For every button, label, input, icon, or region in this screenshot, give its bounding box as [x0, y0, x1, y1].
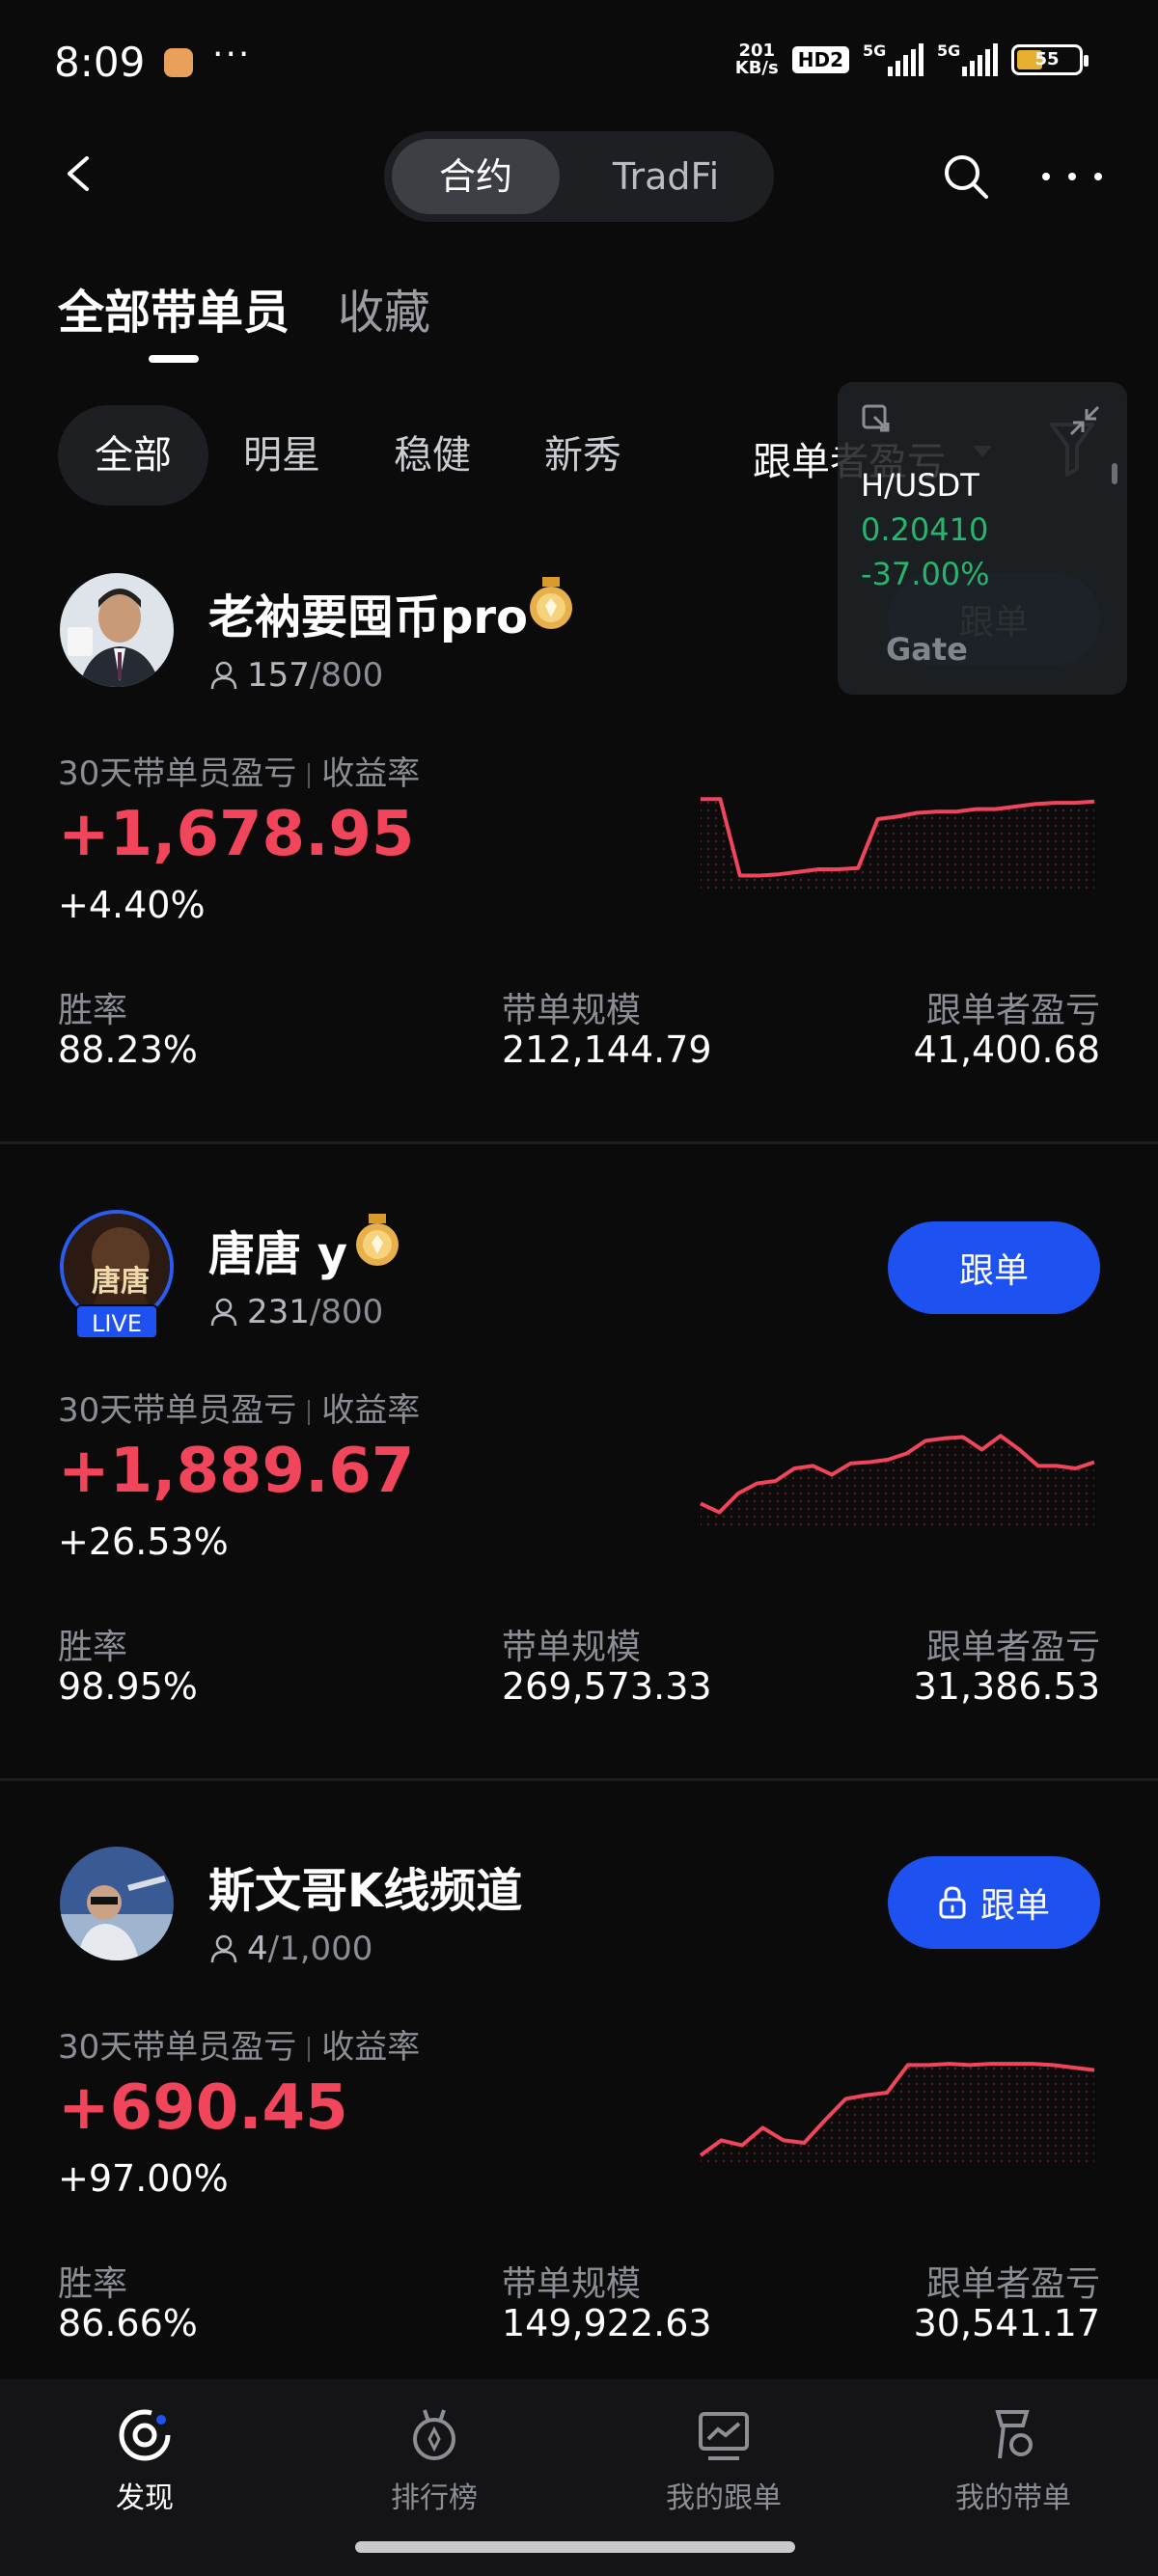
pnl-label: 30天带单员盈亏 收益率 [58, 754, 421, 793]
pnl-sparkline [700, 1434, 1095, 1528]
aum-value: 212,144.79 [502, 1028, 712, 1071]
nav-leaderboard[interactable]: 排行榜 [318, 2406, 550, 2516]
pnl-sparkline [699, 2062, 1095, 2165]
trader-name[interactable]: 斯文哥K线频道 [208, 1852, 522, 1920]
status-bar: 8:09 ··· 201 KB/s HD2 5G 5G 55 [0, 0, 1158, 125]
segment-futures[interactable]: 合约 [392, 139, 560, 214]
nav-my-copy[interactable]: 我的跟单 [608, 2406, 840, 2516]
pnl-label: 30天带单员盈亏 收益率 [58, 1391, 421, 1430]
signal-icon-2: 5G [937, 41, 998, 76]
tab-active-indicator [149, 355, 199, 363]
pnl-value: +1,678.95 [58, 799, 415, 870]
win-rate-label: 胜率 [58, 991, 128, 1030]
follower-pnl-value: 41,400.68 [913, 1028, 1100, 1071]
nav-discover[interactable]: 发现 [29, 2406, 261, 2516]
ticker-pair: H/USDT [861, 467, 979, 504]
user-icon [210, 1298, 237, 1327]
roi-value: +26.53% [58, 1521, 229, 1563]
filter-chip-rookie[interactable]: 新秀 [544, 405, 621, 506]
medal-icon [530, 577, 572, 629]
sparkline-area [701, 799, 1094, 891]
follower-pnl-value: 31,386.53 [913, 1665, 1100, 1708]
win-rate-label: 胜率 [58, 1628, 128, 1667]
signal-icon: 5G [863, 41, 924, 76]
card-divider [0, 1778, 1158, 1781]
status-time: 8:09 [54, 39, 146, 86]
nav-my-lead[interactable]: 我的带单 [897, 2406, 1129, 2516]
pnl-sparkline [701, 797, 1095, 891]
svg-text:唐唐: 唐唐 [92, 1265, 150, 1299]
ticker-scrollbar [1112, 463, 1117, 484]
status-more-dots: ··· [212, 35, 252, 74]
market-segment-control: 合约 TradFi [384, 131, 774, 222]
win-rate-value: 88.23% [58, 1028, 198, 1071]
follow-button[interactable]: 跟单 [888, 1221, 1100, 1314]
roi-value: +97.00% [58, 2157, 229, 2200]
gate-logo: Gate [886, 631, 968, 668]
chart-board-icon [699, 2412, 749, 2460]
follower-pnl-value: 30,541.17 [913, 2302, 1100, 2344]
filter-chip-all[interactable]: 全部 [58, 405, 208, 506]
search-icon[interactable] [942, 152, 990, 201]
home-indicator [355, 2541, 795, 2553]
aum-label: 带单规模 [502, 991, 642, 1030]
user-icon [210, 1934, 237, 1963]
medal-outline-icon [413, 2409, 455, 2460]
notification-app-icon [164, 48, 193, 77]
medal-icon [356, 1214, 399, 1266]
aum-label: 带单规模 [502, 2264, 642, 2304]
follower-pnl-label: 跟单者盈亏 [925, 2264, 1100, 2304]
roi-value: +4.40% [58, 884, 206, 926]
follow-button[interactable]: 跟单 [888, 1856, 1100, 1949]
lock-icon [939, 1886, 966, 1919]
status-icons: 201 KB/s HD2 5G 5G 55 [734, 41, 1089, 78]
segment-tradfi[interactable]: TradFi [569, 139, 762, 214]
flag-user-icon [995, 2410, 1033, 2459]
discover-icon [119, 2409, 171, 2461]
win-rate-value: 86.66% [58, 2302, 198, 2344]
pnl-value: +690.45 [58, 2072, 348, 2144]
tab-all-traders[interactable]: 全部带单员 [58, 274, 290, 342]
filter-chip-stable[interactable]: 稳健 [394, 405, 471, 506]
avatar[interactable] [60, 573, 174, 687]
hd-icon: HD2 [791, 46, 849, 73]
network-speed: 201 KB/s [734, 41, 779, 78]
follower-pnl-label: 跟单者盈亏 [925, 1628, 1100, 1667]
trader-name[interactable]: 老衲要囤币pro [208, 579, 528, 646]
battery-icon: 55 [1011, 44, 1089, 75]
aum-value: 269,573.33 [502, 1665, 712, 1708]
card-divider [0, 1141, 1158, 1144]
user-icon [210, 661, 237, 690]
tab-favorites[interactable]: 收藏 [338, 274, 430, 342]
trader-card[interactable]: 唐唐 LIVE 唐唐 y 231/800 跟单 30天带单员盈亏 收益率 +1,8… [0, 1210, 1158, 1845]
more-icon[interactable] [1042, 162, 1102, 191]
win-rate-label: 胜率 [58, 2264, 128, 2304]
trader-name[interactable]: 唐唐 y [208, 1216, 347, 1283]
pnl-label: 30天带单员盈亏 收益率 [58, 2028, 421, 2067]
ticker-change: -37.00% [861, 556, 990, 592]
pnl-value: +1,889.67 [58, 1436, 415, 1507]
filter-chip-star[interactable]: 明星 [243, 405, 320, 506]
aum-label: 带单规模 [502, 1628, 642, 1667]
live-badge: LIVE [75, 1304, 158, 1339]
collapse-icon[interactable] [1067, 403, 1102, 438]
ticker-price: 0.20410 [861, 511, 989, 548]
follower-count: 4/1,000 [210, 1930, 372, 1968]
follower-count: 157/800 [210, 656, 383, 695]
back-icon[interactable] [60, 154, 98, 193]
follower-pnl-label: 跟单者盈亏 [925, 991, 1100, 1030]
win-rate-value: 98.95% [58, 1665, 198, 1708]
expand-icon[interactable] [861, 403, 892, 434]
aum-value: 149,922.63 [502, 2302, 712, 2344]
floating-ticker[interactable]: H/USDT 0.20410 -37.00% Gate [838, 382, 1127, 695]
follower-count: 231/800 [210, 1293, 383, 1331]
avatar[interactable] [60, 1847, 174, 1960]
